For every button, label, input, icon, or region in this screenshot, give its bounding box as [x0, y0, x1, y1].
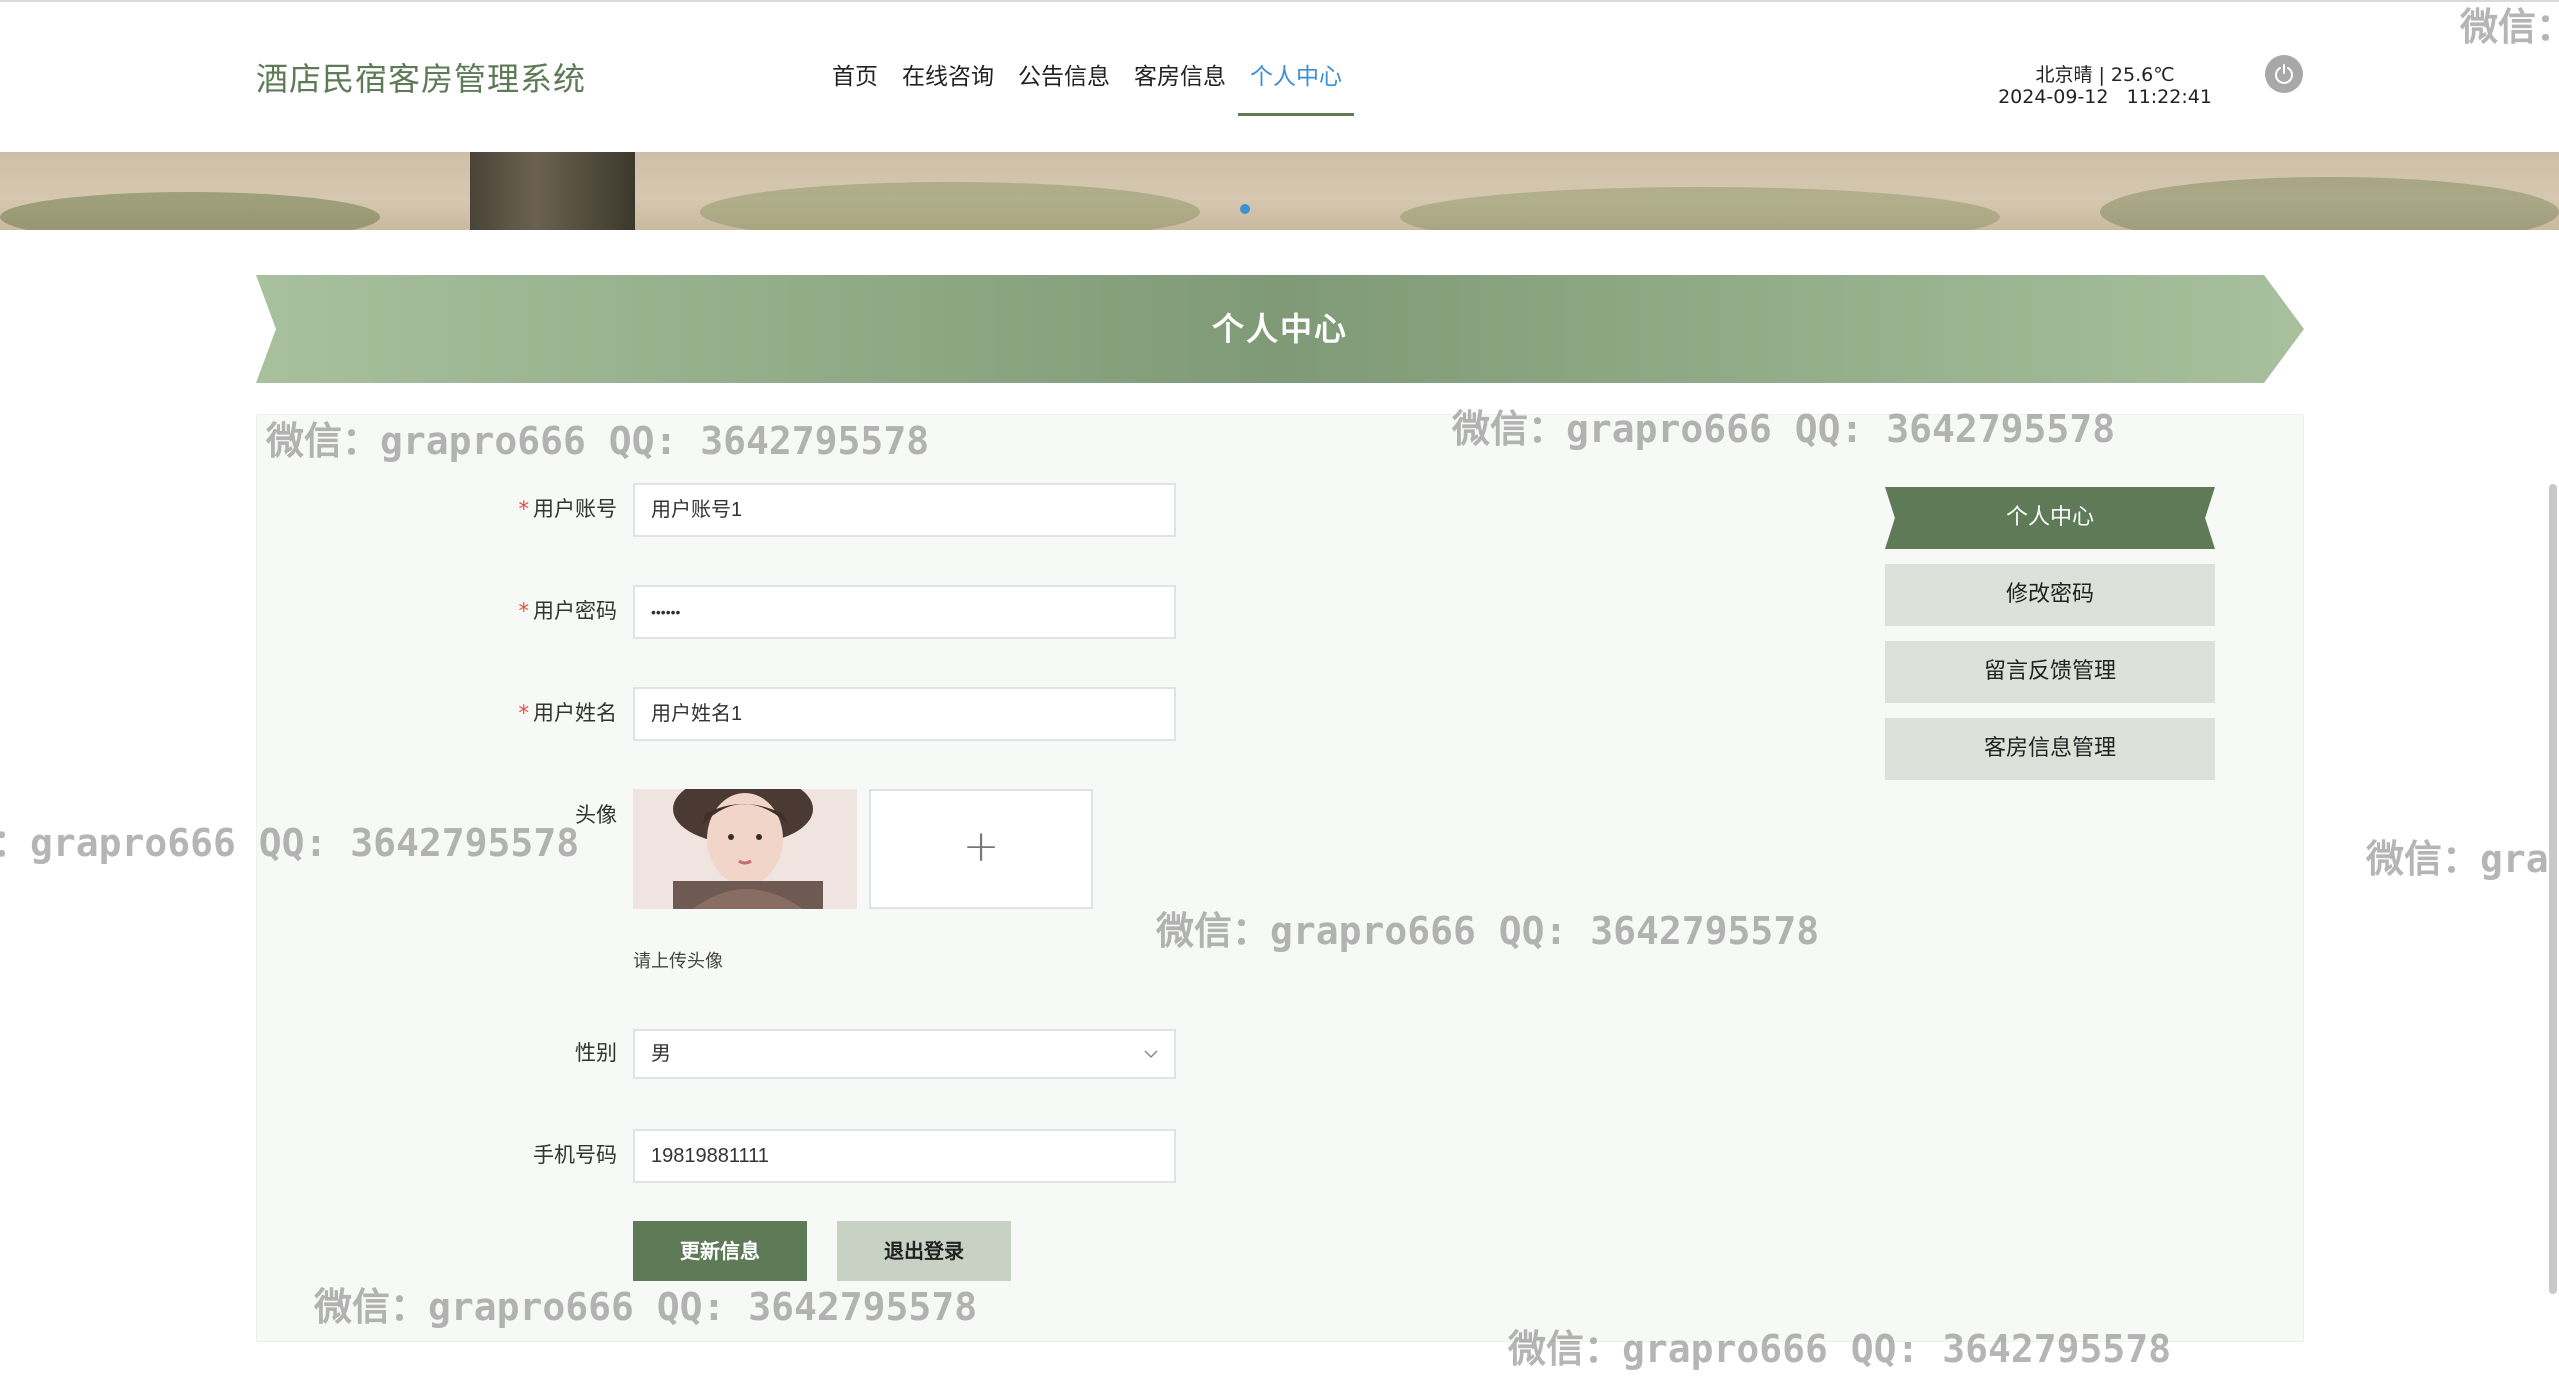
nav-item-notice[interactable]: 公告信息 — [1006, 42, 1122, 116]
nav-item-profile[interactable]: 个人中心 — [1238, 42, 1354, 116]
side-menu-item-rooms[interactable]: 客房信息管理 — [1885, 718, 2215, 780]
section-ribbon: 个人中心 — [256, 275, 2304, 383]
banner-foliage — [700, 182, 1200, 230]
avatar-upload-hint: 请上传头像 — [633, 951, 723, 972]
account-input[interactable]: 用户账号1 — [633, 483, 1176, 537]
side-menu-item-profile[interactable]: 个人中心 — [1885, 487, 2215, 549]
avatar-portrait — [633, 789, 857, 909]
banner-foliage — [1400, 187, 2000, 230]
password-input[interactable]: •••••• — [633, 585, 1176, 639]
nav-item-home[interactable]: 首页 — [820, 42, 890, 116]
page-scrollbar[interactable] — [2549, 484, 2557, 1294]
page-title: 个人中心 — [1211, 310, 1348, 348]
banner-tree-trunk — [470, 152, 635, 230]
update-info-button[interactable]: 更新信息 — [633, 1221, 807, 1281]
power-button[interactable] — [2265, 55, 2303, 93]
header: 酒店民宿客房管理系统 首页 在线咨询 公告信息 客房信息 个人中心 北京晴 | … — [0, 2, 2559, 152]
gender-label: 性别 — [575, 1041, 617, 1065]
logout-button[interactable]: 退出登录 — [837, 1221, 1011, 1281]
watermark: 微信：grapro666 QQ: 3642795578 — [266, 419, 930, 463]
watermark: 微信：grapro666 QQ: 3642795578 — [1156, 909, 1820, 953]
site-logo-title[interactable]: 酒店民宿客房管理系统 — [256, 54, 586, 100]
name-input[interactable]: 用户姓名1 — [633, 687, 1176, 741]
banner-foliage — [0, 192, 380, 230]
side-menu-item-password[interactable]: 修改密码 — [1885, 564, 2215, 626]
profile-panel: * 用户账号 用户账号1 * 用户密码 •••••• * 用户姓名 用户姓名1 头像 … — [256, 414, 2304, 1342]
nav-item-rooms[interactable]: 客房信息 — [1122, 42, 1238, 116]
phone-input[interactable]: 19819881111 — [633, 1129, 1176, 1183]
banner-foliage — [2100, 177, 2559, 230]
weather-widget: 北京晴 | 25.6℃ 2024-09-12 11:22:41 — [1990, 64, 2220, 108]
main-nav: 首页 在线咨询 公告信息 客房信息 个人中心 — [820, 42, 1354, 116]
phone-label: 手机号码 — [533, 1143, 617, 1167]
password-label: * 用户密码 — [518, 599, 618, 623]
required-mark: * — [518, 497, 530, 521]
banner-carousel[interactable] — [0, 152, 2559, 230]
watermark: 微信：grapro666 QQ: 3642795578 — [1508, 1327, 2172, 1371]
carousel-dots — [1240, 204, 1250, 214]
watermark: 微信：gra — [2366, 837, 2549, 881]
plus-icon: + — [962, 821, 1000, 872]
gender-select[interactable]: 男 — [633, 1029, 1176, 1079]
side-menu-item-feedback[interactable]: 留言反馈管理 — [1885, 641, 2215, 703]
name-label: * 用户姓名 — [518, 701, 618, 725]
watermark: 微信：grapro666 QQ: 3642795578 — [314, 1285, 978, 1329]
datetime-text: 2024-09-12 11:22:41 — [1998, 86, 2212, 108]
account-label: * 用户账号 — [518, 497, 618, 521]
weather-text: 北京晴 | 25.6℃ — [2035, 64, 2175, 86]
power-icon — [2275, 64, 2293, 84]
avatar-image[interactable] — [633, 789, 857, 909]
carousel-dot[interactable] — [1240, 204, 1250, 214]
watermark: ：grapro666 QQ: 3642795578 — [0, 821, 580, 865]
avatar-upload-button[interactable]: + — [869, 789, 1093, 909]
chevron-down-icon — [1144, 1050, 1158, 1059]
side-menu: 个人中心 修改密码 留言反馈管理 客房信息管理 — [1885, 487, 2215, 795]
nav-item-consult[interactable]: 在线咨询 — [890, 42, 1006, 116]
required-mark: * — [518, 701, 530, 725]
required-mark: * — [518, 599, 530, 623]
watermark: 微信：grapro666 QQ: 3642795578 — [1452, 407, 2116, 451]
watermark: 微信： — [2460, 5, 2559, 49]
gender-select-value: 男 — [651, 1043, 671, 1065]
